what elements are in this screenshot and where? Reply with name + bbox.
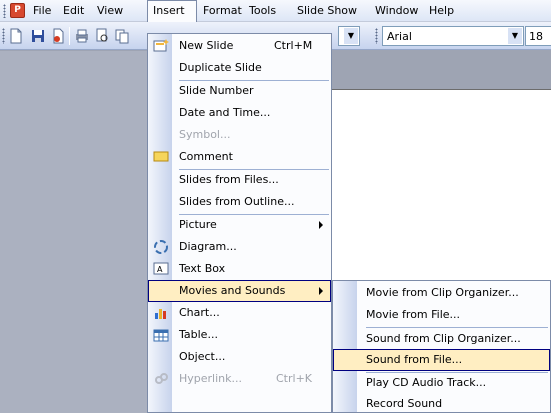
toolbar-grip-formatting[interactable] [375,28,378,44]
new-slide-icon [153,39,169,52]
menu-item-shortcut: Ctrl+K [276,372,313,385]
chart-icon [155,309,166,319]
menu-item-movies-and-sounds[interactable]: Movies and Sounds [148,280,331,302]
menu-item-label: Picture [179,218,217,231]
permission-icon[interactable] [50,28,66,44]
menu-window[interactable]: Window [370,0,423,22]
menu-item-label: Movie from Clip Organizer... [366,286,519,299]
menu-item-sound-from-file[interactable]: Sound from File... [333,349,550,371]
menu-item-label: Sound from Clip Organizer... [366,332,521,345]
menu-item-duplicate-slide[interactable]: Duplicate Slide [148,57,331,79]
menu-help[interactable]: Help [424,0,459,22]
save-icon[interactable] [30,28,46,44]
svg-text:A: A [157,265,163,274]
menu-item-label: Chart... [179,306,220,319]
menu-item-diagram[interactable]: Diagram... [148,236,331,258]
menu-tools[interactable]: Tools [244,0,281,22]
menu-item-date-and-time[interactable]: Date and Time... [148,102,331,124]
text-box-icon: A [153,262,169,275]
outline-pane[interactable] [0,51,150,413]
font-name-value: Arial [387,30,412,43]
menu-format[interactable]: Format [198,0,247,22]
menu-bar: P File Edit View Insert Format Tools Sli… [0,0,551,22]
menu-item-label: Sound from File... [366,353,463,366]
comment-icon [153,151,169,162]
menu-item-label: Hyperlink... [179,372,242,385]
font-size-value: 18 [529,30,543,43]
insert-menu-dropdown: New Slide Ctrl+M Duplicate Slide Slide N… [147,33,332,413]
menu-item-comment[interactable]: Comment [148,146,331,168]
submenu-arrow-icon [319,287,323,295]
menu-item-label: Comment [179,150,233,163]
toolbar-separator [69,27,70,45]
movies-and-sounds-submenu: Movie from Clip Organizer... Movie from … [332,280,551,413]
copy-icon[interactable] [114,28,130,44]
menu-item-table[interactable]: Table... [148,324,331,346]
font-name-combo[interactable]: Arial ▼ [382,26,524,46]
new-icon[interactable] [8,28,24,44]
menu-item-label: Table... [179,328,218,341]
menu-item-label: Slide Number [179,84,254,97]
chevron-down-icon[interactable]: ▼ [508,28,522,44]
table-icon [153,329,169,342]
menu-item-label: Play CD Audio Track... [366,376,487,389]
menu-view[interactable]: View [92,0,128,22]
menu-item-new-slide[interactable]: New Slide Ctrl+M [148,35,331,57]
powerpoint-app-icon[interactable]: P [10,3,25,18]
font-size-combo[interactable]: 18 [525,26,551,46]
zoom-combo-partial[interactable]: ▼ [338,26,360,46]
print-icon[interactable] [74,28,90,44]
menu-item-hyperlink: Hyperlink... Ctrl+K [148,368,331,390]
diagram-icon [154,240,168,254]
menu-item-label: Text Box [179,262,226,275]
menu-edit[interactable]: Edit [58,0,89,22]
menu-item-record-sound[interactable]: Record Sound [333,393,550,413]
menu-item-text-box[interactable]: A Text Box [148,258,331,280]
submenu-arrow-icon [319,221,323,229]
menu-item-slides-from-outline[interactable]: Slides from Outline... [148,191,331,213]
menu-item-chart[interactable]: Chart... [148,302,331,324]
menu-file[interactable]: File [28,0,56,22]
menu-item-label: Slides from Outline... [179,195,295,208]
menu-item-object[interactable]: Object... [148,346,331,368]
menu-item-label: Diagram... [179,240,237,253]
menu-item-symbol: Symbol... [148,124,331,146]
print-preview-icon[interactable] [94,28,110,44]
menu-item-play-cd-audio-track[interactable]: Play CD Audio Track... [333,372,550,394]
menu-item-label: Slides from Files... [179,173,279,186]
toolbar-grip[interactable] [2,28,5,44]
menu-item-slides-from-files[interactable]: Slides from Files... [148,169,331,191]
hyperlink-icon [155,373,168,384]
menu-item-label: Record Sound [366,397,443,410]
menu-item-label: Date and Time... [179,106,271,119]
menu-item-label: Symbol... [179,128,231,141]
menu-item-label: Movie from File... [366,308,461,321]
menu-item-shortcut: Ctrl+M [274,39,313,52]
menu-slide-show[interactable]: Slide Show [292,0,362,22]
menu-insert[interactable]: Insert [147,0,197,22]
menubar-grip[interactable] [3,4,6,18]
menu-item-label: Object... [179,350,226,363]
menu-item-label: Duplicate Slide [179,61,262,74]
menu-item-sound-from-clip-organizer[interactable]: Sound from Clip Organizer... [333,328,550,350]
menu-item-label: New Slide [179,39,234,52]
menu-item-slide-number[interactable]: Slide Number [148,80,331,102]
menu-item-movie-from-file[interactable]: Movie from File... [333,304,550,326]
chevron-down-icon[interactable]: ▼ [344,28,358,44]
menu-item-picture[interactable]: Picture [148,214,331,236]
menu-item-label: Movies and Sounds [179,284,286,297]
menu-item-movie-from-clip-organizer[interactable]: Movie from Clip Organizer... [333,282,550,304]
